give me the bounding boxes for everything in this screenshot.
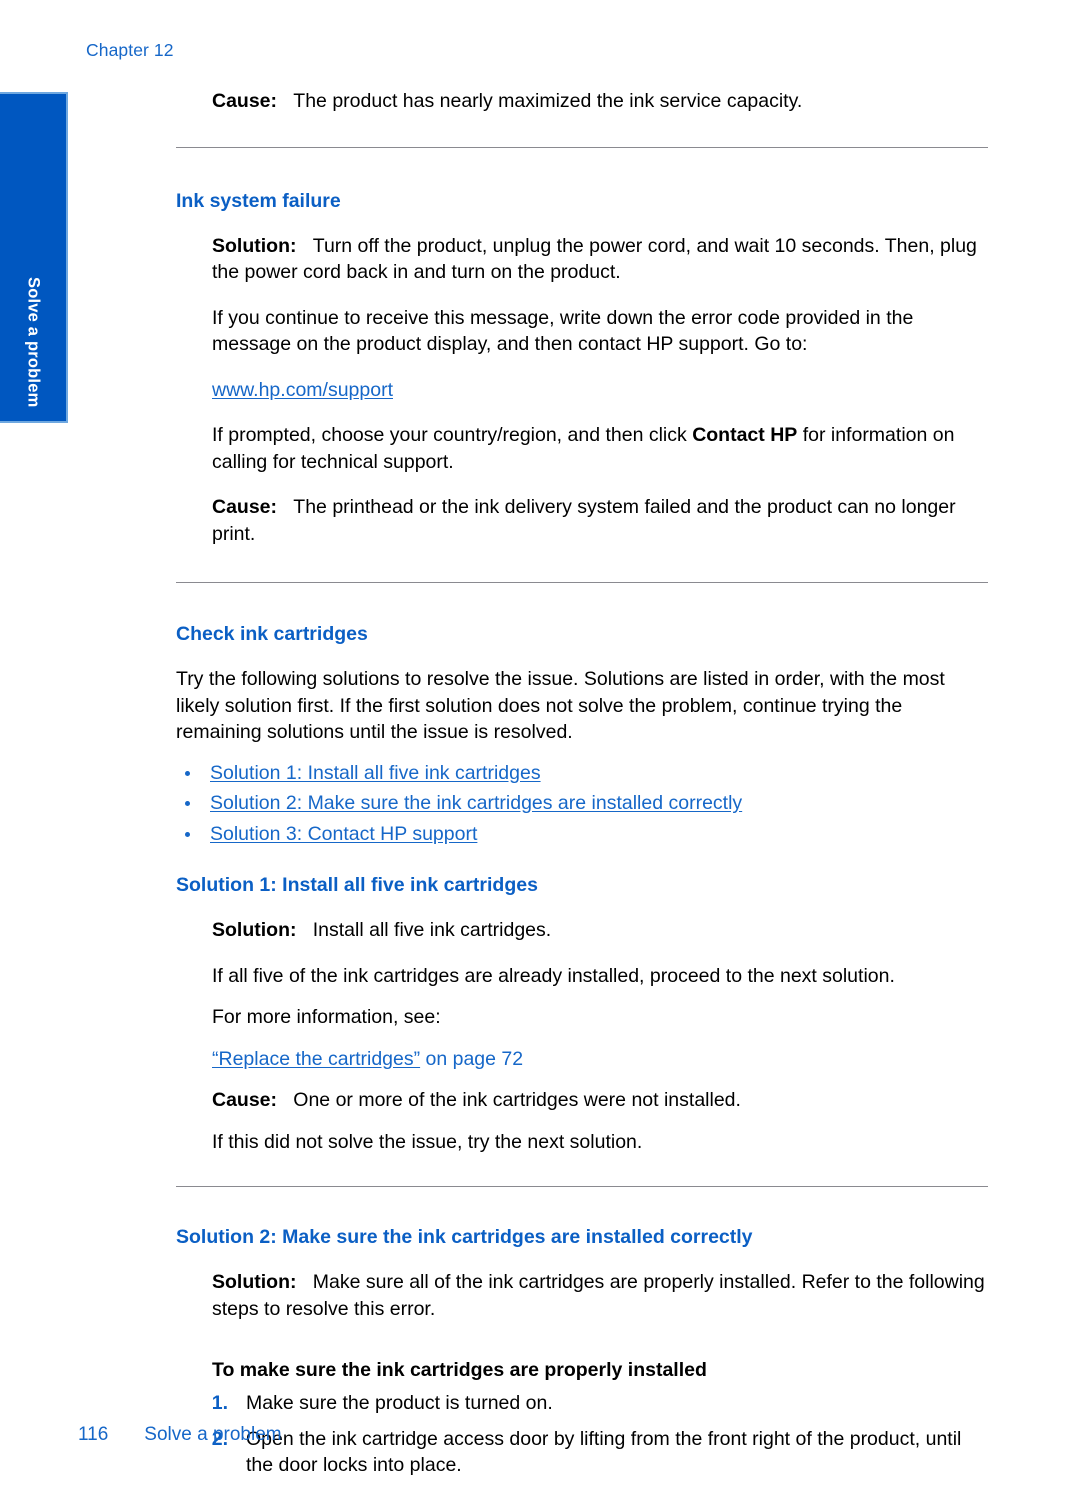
solution-1-cause-label: Cause:: [212, 1089, 278, 1111]
heading-check-ink-cartridges: Check ink cartridges: [176, 623, 368, 645]
side-thumb-tab: Solve a problem: [0, 92, 68, 423]
top-cause-label: Cause:: [212, 90, 278, 112]
ink-failure-solution-text: Turn off the product, unplug the power c…: [212, 234, 977, 284]
replace-cartridges-page-suffix: on page 72: [420, 1047, 524, 1070]
solution-2-solution-label: Solution:: [212, 1271, 297, 1293]
procedure-steps-list: 1. Make sure the product is turned on. 2.…: [176, 1390, 988, 1479]
list-item[interactable]: Solution 1: Install all five ink cartrid…: [176, 758, 988, 789]
list-item: 2. Open the ink cartridge access door by …: [176, 1426, 988, 1479]
chapter-label: Chapter 12: [86, 40, 174, 60]
footer-page-number: 116: [78, 1424, 109, 1445]
list-item: 1. Make sure the product is turned on.: [176, 1390, 988, 1417]
top-cause-paragraph: Cause: The product has nearly maximized …: [212, 88, 988, 115]
solution-links-list: Solution 1: Install all five ink cartrid…: [176, 758, 988, 850]
contact-hp-text-1: If prompted, choose your country/region,…: [212, 424, 693, 446]
heading-solution-2: Solution 2: Make sure the ink cartridges…: [176, 1226, 753, 1248]
document-page: Chapter 12 Solve a problem Cause: The pr…: [0, 0, 1080, 1495]
procedure-heading: To make sure the ink cartridges are prop…: [212, 1359, 707, 1381]
ink-failure-cause-paragraph: Cause: The printhead or the ink delivery…: [212, 494, 988, 547]
solution-1-cross-reference-paragraph: “Replace the cartridges” on page 72: [212, 1046, 988, 1073]
solution-2-link[interactable]: Solution 2: Make sure the ink cartridges…: [210, 792, 742, 814]
page-content: Cause: The product has nearly maximized …: [176, 0, 988, 1479]
solution-1-solution-label: Solution:: [212, 919, 297, 941]
ink-failure-solution-label: Solution:: [212, 234, 297, 257]
page-footer: 116 Solve a problem: [78, 1424, 282, 1446]
contact-hp-paragraph: If prompted, choose your country/region,…: [212, 422, 988, 475]
step-number: 1.: [211, 1392, 228, 1414]
support-url-paragraph: www.hp.com/support: [212, 377, 988, 404]
heading-solution-1: Solution 1: Install all five ink cartrid…: [176, 874, 538, 896]
top-cause-text: The product has nearly maximized the ink…: [293, 90, 803, 112]
solution-1-cause-paragraph: Cause: One or more of the ink cartridges…: [212, 1087, 988, 1114]
ink-failure-cause-text: The printhead or the ink delivery system…: [212, 496, 956, 545]
ink-failure-solution-paragraph: Solution: Turn off the product, unplug t…: [212, 233, 988, 286]
heading-ink-system-failure: Ink system failure: [176, 189, 341, 212]
solution-1-solution-text: Install all five ink cartridges.: [312, 919, 552, 941]
solution-3-link[interactable]: Solution 3: Contact HP support: [210, 823, 477, 845]
footer-section-title: Solve a problem: [144, 1424, 282, 1445]
contact-hp-bold: Contact HP: [692, 424, 798, 446]
solution-1-cause-text: One or more of the ink cartridges were n…: [293, 1089, 741, 1111]
solution-1-more-info-paragraph: For more information, see:: [212, 1006, 441, 1028]
list-item[interactable]: Solution 2: Make sure the ink cartridges…: [176, 788, 988, 819]
step-text: Open the ink cartridge access door by li…: [246, 1427, 962, 1477]
ink-failure-error-code-paragraph: If you continue to receive this message,…: [212, 306, 914, 356]
solution-2-solution-paragraph: Solution: Make sure all of the ink cartr…: [212, 1269, 988, 1322]
solution-1-next-solution-paragraph: If this did not solve the issue, try the…: [212, 1130, 643, 1153]
replace-cartridges-link[interactable]: “Replace the cartridges”: [212, 1048, 420, 1070]
solution-1-solution-paragraph: Solution: Install all five ink cartridge…: [212, 917, 988, 944]
solution-2-solution-text: Make sure all of the ink cartridges are …: [212, 1271, 985, 1320]
step-text: Make sure the product is turned on.: [246, 1392, 553, 1414]
ink-failure-cause-label: Cause:: [212, 496, 278, 518]
solution-1-link[interactable]: Solution 1: Install all five ink cartrid…: [210, 762, 541, 784]
list-item[interactable]: Solution 3: Contact HP support: [176, 819, 988, 850]
solution-1-already-installed-paragraph: If all five of the ink cartridges are al…: [212, 964, 895, 987]
support-url-link[interactable]: www.hp.com/support: [212, 379, 393, 401]
check-ink-intro-paragraph: Try the following solutions to resolve t…: [176, 668, 945, 743]
side-thumb-tab-label: Solve a problem: [24, 276, 43, 407]
